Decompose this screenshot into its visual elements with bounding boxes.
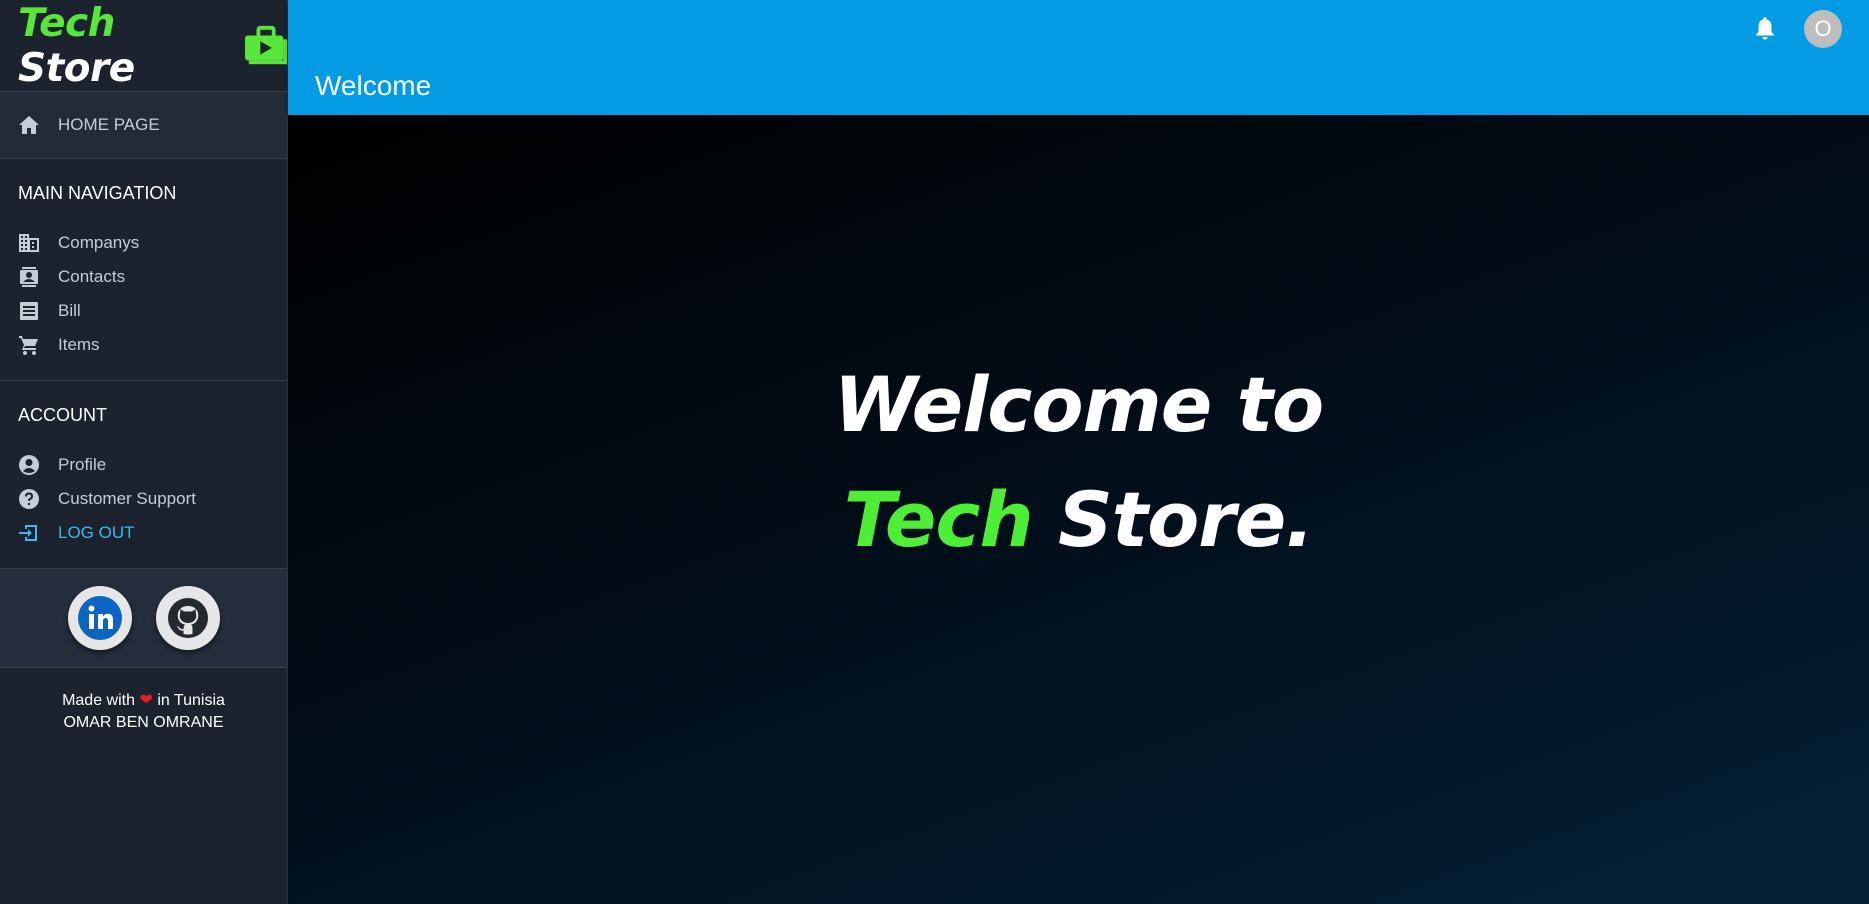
github-icon xyxy=(167,598,208,638)
sidebar-item-profile[interactable]: Profile xyxy=(0,448,287,482)
sidebar-item-label: Items xyxy=(58,335,100,354)
sidebar-item-logout[interactable]: LOG OUT xyxy=(0,516,287,550)
country-text: in Tunisia xyxy=(157,692,225,709)
hero-tech-text: Tech xyxy=(843,475,1034,564)
made-with-line: Made with ❤ in Tunisia xyxy=(0,690,287,712)
sidebar: Tech Store HOME PAGE MAIN NAVIGATION Com… xyxy=(0,0,288,904)
sidebar-item-companys[interactable]: Companys xyxy=(0,226,287,260)
sidebar-item-customer-support[interactable]: Customer Support xyxy=(0,482,287,516)
receipt-icon xyxy=(18,300,40,322)
sidebar-item-label: Contacts xyxy=(58,267,126,286)
sidebar-item-label: HOME PAGE xyxy=(58,115,160,134)
account-section: ACCOUNT Profile Customer Support LOG OUT xyxy=(0,381,287,569)
cart-icon xyxy=(18,334,40,356)
sidebar-item-home[interactable]: HOME PAGE xyxy=(0,92,287,159)
brand-store-text: Store xyxy=(18,45,135,91)
author-name: OMAR BEN OMRANE xyxy=(63,714,224,731)
section-title: ACCOUNT xyxy=(18,405,107,425)
page-title: Welcome xyxy=(315,70,432,101)
hero-line-1: Welcome to xyxy=(833,360,1325,449)
brand-tech-text: Tech xyxy=(18,0,115,46)
section-title: MAIN NAVIGATION xyxy=(18,183,177,203)
home-icon xyxy=(18,114,40,136)
sidebar-item-label: Companys xyxy=(58,233,140,252)
top-app-bar: Welcome O xyxy=(288,0,1869,115)
social-links xyxy=(0,569,287,668)
contact-card-icon xyxy=(18,266,40,288)
sidebar-item-label: Customer Support xyxy=(58,489,196,508)
main-content: Welcome to Tech Store. xyxy=(288,115,1869,904)
linkedin-icon xyxy=(77,596,122,640)
sidebar-item-contacts[interactable]: Contacts xyxy=(0,260,287,294)
made-with-text: Made with xyxy=(62,692,135,709)
avatar[interactable]: O xyxy=(1804,10,1842,48)
shopping-bag-play-icon xyxy=(244,25,287,64)
sidebar-item-label: Profile xyxy=(58,455,107,474)
footer-credit: Made with ❤ in Tunisia OMAR BEN OMRANE xyxy=(0,668,287,734)
sidebar-item-items[interactable]: Items xyxy=(0,328,287,362)
sidebar-item-bill[interactable]: Bill xyxy=(0,294,287,328)
building-icon xyxy=(18,232,40,254)
account-circle-icon xyxy=(18,454,40,476)
main-navigation-section: MAIN NAVIGATION Companys Contacts Bill I… xyxy=(0,159,287,381)
hero-heading: Welcome to Tech Store. xyxy=(288,347,1869,577)
hero-store-text: Store. xyxy=(1058,475,1314,564)
logout-icon xyxy=(18,522,40,544)
sidebar-item-label: Bill xyxy=(58,301,81,320)
github-button[interactable] xyxy=(155,586,220,650)
brand-name: Tech Store xyxy=(18,1,235,91)
hero-line-2: Tech Store. xyxy=(288,462,1869,577)
linkedin-button[interactable] xyxy=(67,586,132,650)
help-circle-icon xyxy=(18,488,40,510)
brand-logo-area[interactable]: Tech Store xyxy=(0,0,287,92)
sidebar-item-label: LOG OUT xyxy=(58,523,135,542)
notification-bell-icon[interactable] xyxy=(1751,14,1779,42)
heart-icon: ❤ xyxy=(139,692,153,709)
